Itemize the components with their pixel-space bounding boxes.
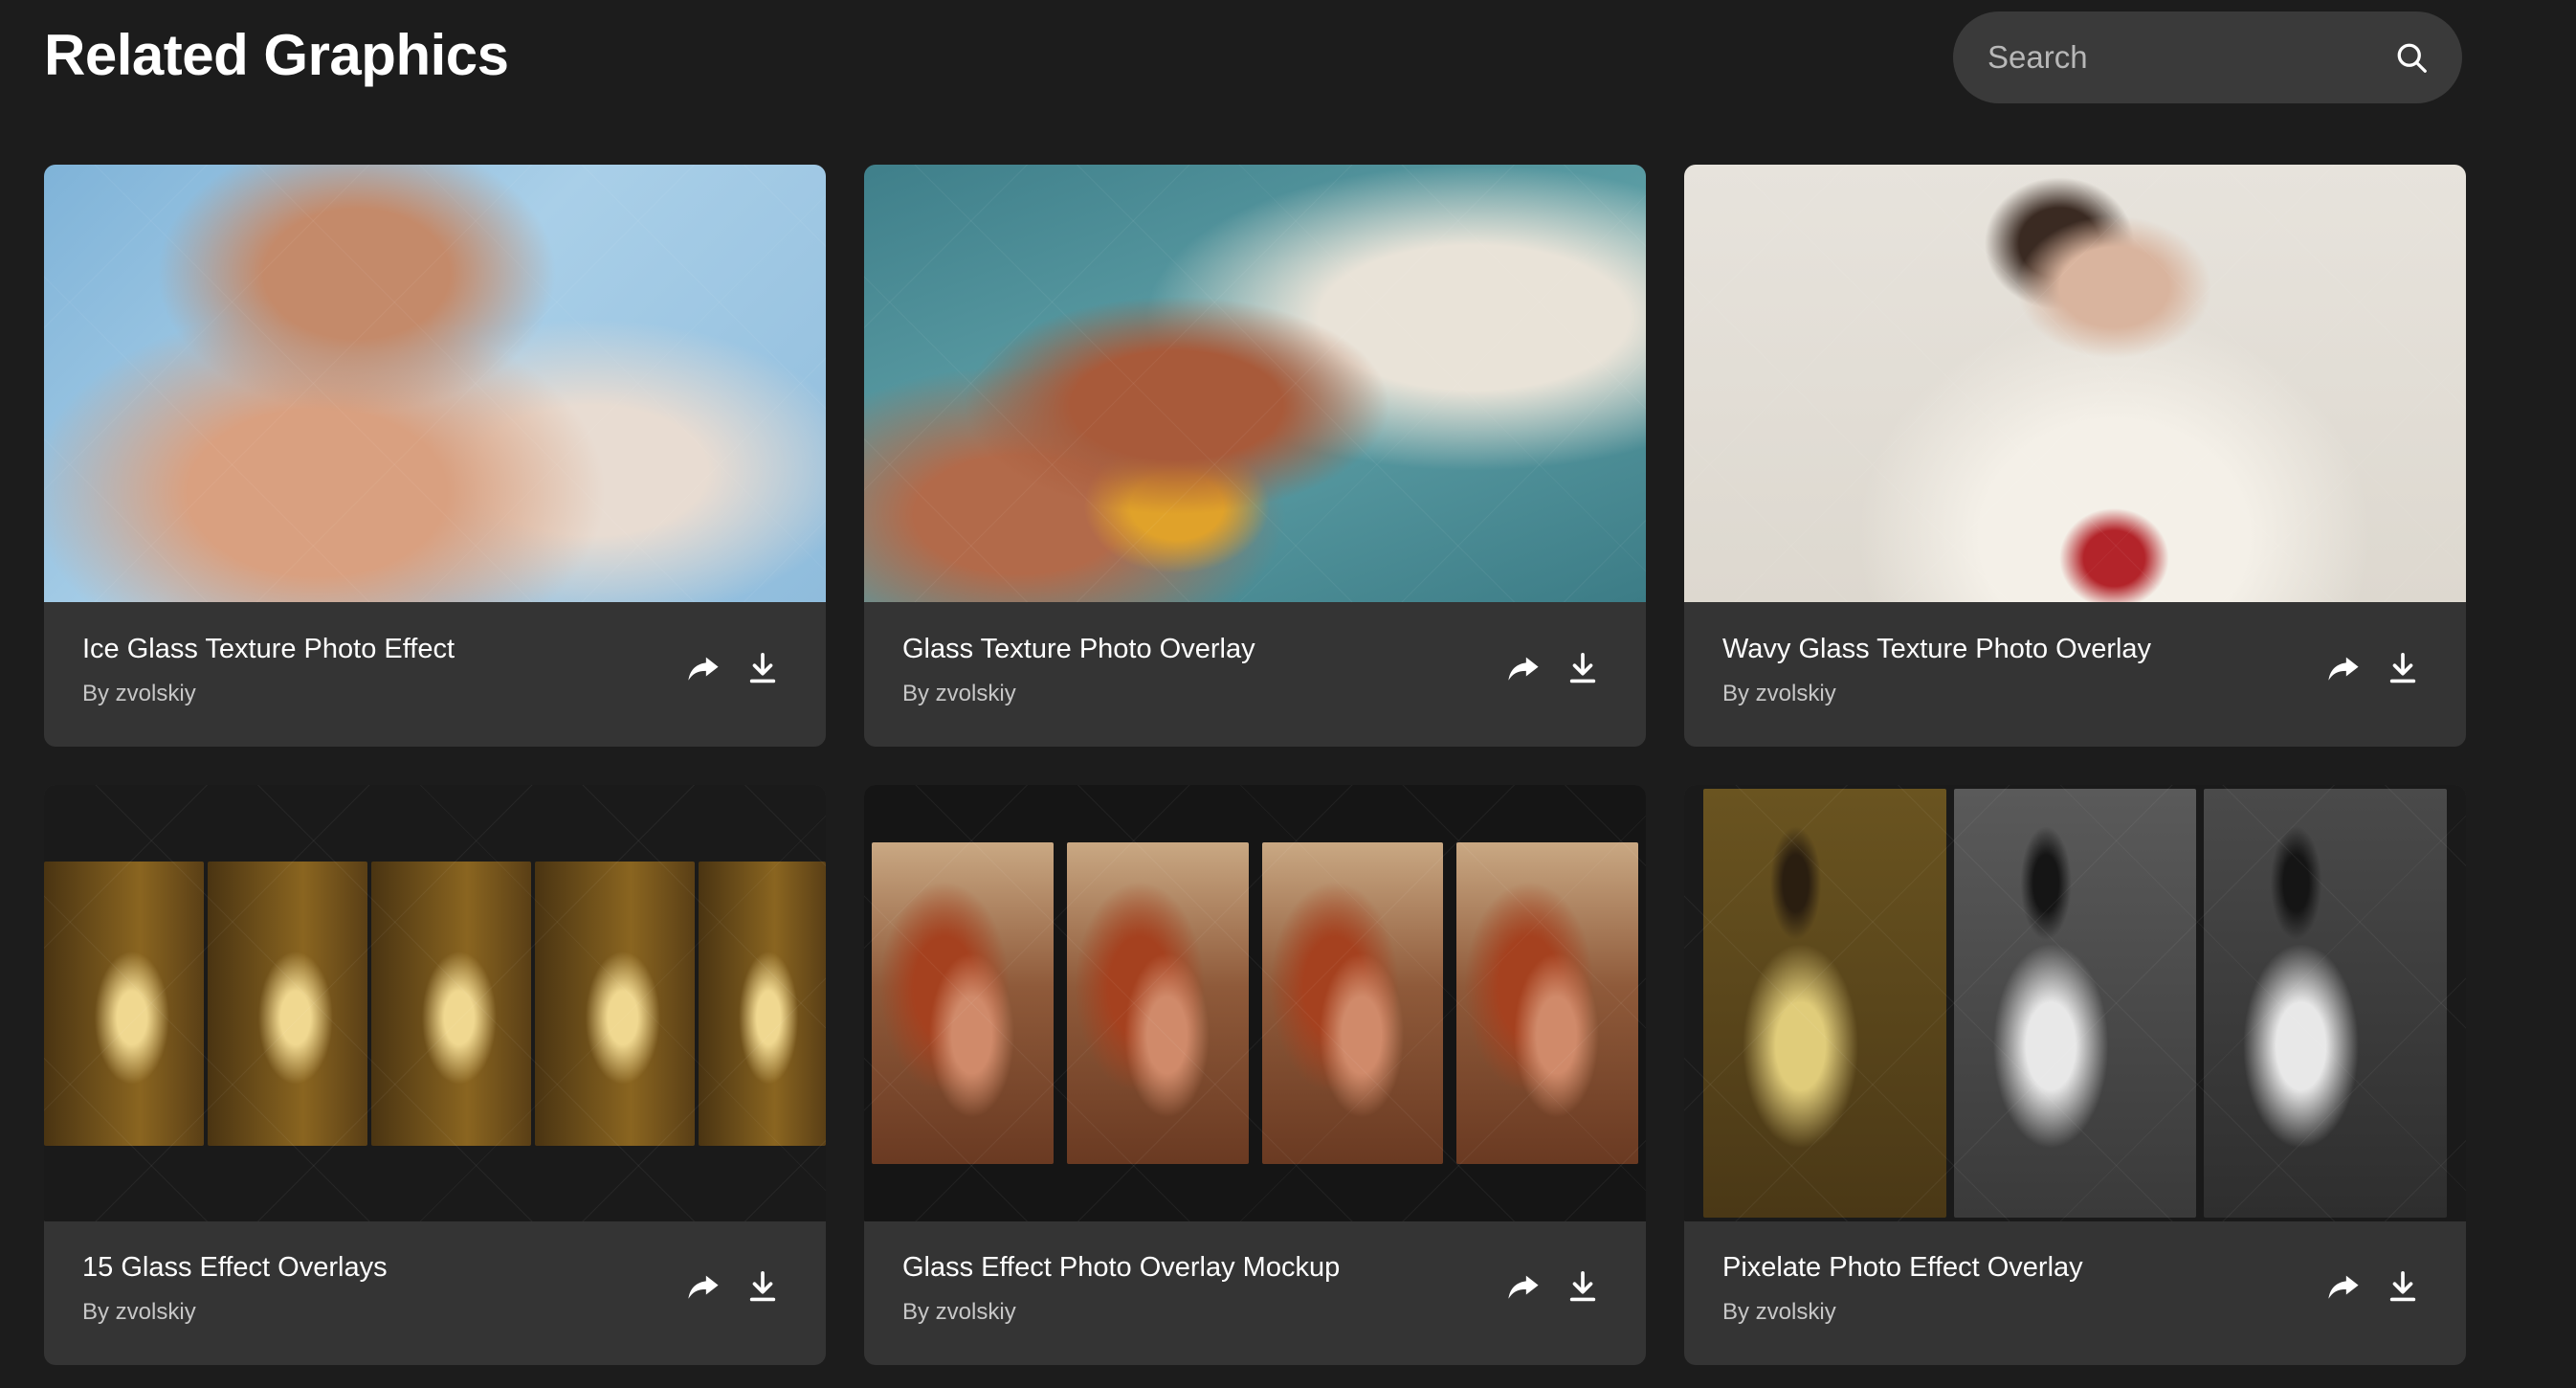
graphic-card[interactable]: Pixelate Photo Effect Overlay By zvolski… [1684,785,2466,1365]
share-icon[interactable] [1506,651,1541,685]
search-icon[interactable] [2394,38,2429,77]
card-author[interactable]: By zvolskiy [902,680,1016,708]
card-thumbnail[interactable] [44,165,826,602]
card-author[interactable]: By zvolskiy [902,1298,1016,1327]
graphic-card[interactable]: Ice Glass Texture Photo Effect By zvolsk… [44,165,826,747]
card-author[interactable]: By zvolskiy [1722,680,1836,708]
card-author[interactable]: By zvolskiy [82,1298,196,1327]
card-thumbnail[interactable] [1684,785,2466,1221]
graphic-card[interactable]: Glass Texture Photo Overlay By zvolskiy [864,165,1646,747]
search-input[interactable] [1988,39,2394,76]
share-icon[interactable] [686,651,721,685]
download-icon[interactable] [745,651,780,685]
card-meta: 15 Glass Effect Overlays By zvolskiy [44,1221,826,1365]
card-thumbnail[interactable] [864,165,1646,602]
card-meta: Wavy Glass Texture Photo Overlay By zvol… [1684,603,2466,747]
card-title[interactable]: Wavy Glass Texture Photo Overlay [1722,632,2151,666]
share-icon[interactable] [686,1269,721,1304]
card-title[interactable]: Pixelate Photo Effect Overlay [1722,1250,2083,1285]
search-bar[interactable] [1953,11,2462,103]
page-title: Related Graphics [44,23,509,87]
card-meta: Glass Texture Photo Overlay By zvolskiy [864,603,1646,747]
card-meta: Glass Effect Photo Overlay Mockup By zvo… [864,1221,1646,1365]
card-thumbnail[interactable] [864,785,1646,1221]
graphic-card[interactable]: 15 Glass Effect Overlays By zvolskiy [44,785,826,1365]
card-meta: Pixelate Photo Effect Overlay By zvolski… [1684,1221,2466,1365]
share-icon[interactable] [2326,1269,2361,1304]
download-icon[interactable] [2386,1269,2420,1304]
card-title[interactable]: 15 Glass Effect Overlays [82,1250,388,1285]
download-icon[interactable] [1566,651,1600,685]
card-meta: Ice Glass Texture Photo Effect By zvolsk… [44,603,826,747]
share-icon[interactable] [2326,651,2361,685]
card-title[interactable]: Ice Glass Texture Photo Effect [82,632,455,666]
graphic-card[interactable]: Glass Effect Photo Overlay Mockup By zvo… [864,785,1646,1365]
card-thumbnail[interactable] [1684,165,2466,602]
download-icon[interactable] [2386,651,2420,685]
download-icon[interactable] [745,1269,780,1304]
header: Related Graphics [44,11,2467,107]
share-icon[interactable] [1506,1269,1541,1304]
card-author[interactable]: By zvolskiy [1722,1298,1836,1327]
download-icon[interactable] [1566,1269,1600,1304]
graphic-card[interactable]: Wavy Glass Texture Photo Overlay By zvol… [1684,165,2466,747]
card-title[interactable]: Glass Effect Photo Overlay Mockup [902,1250,1340,1285]
card-thumbnail[interactable] [44,785,826,1221]
card-title[interactable]: Glass Texture Photo Overlay [902,632,1255,666]
card-author[interactable]: By zvolskiy [82,680,196,708]
